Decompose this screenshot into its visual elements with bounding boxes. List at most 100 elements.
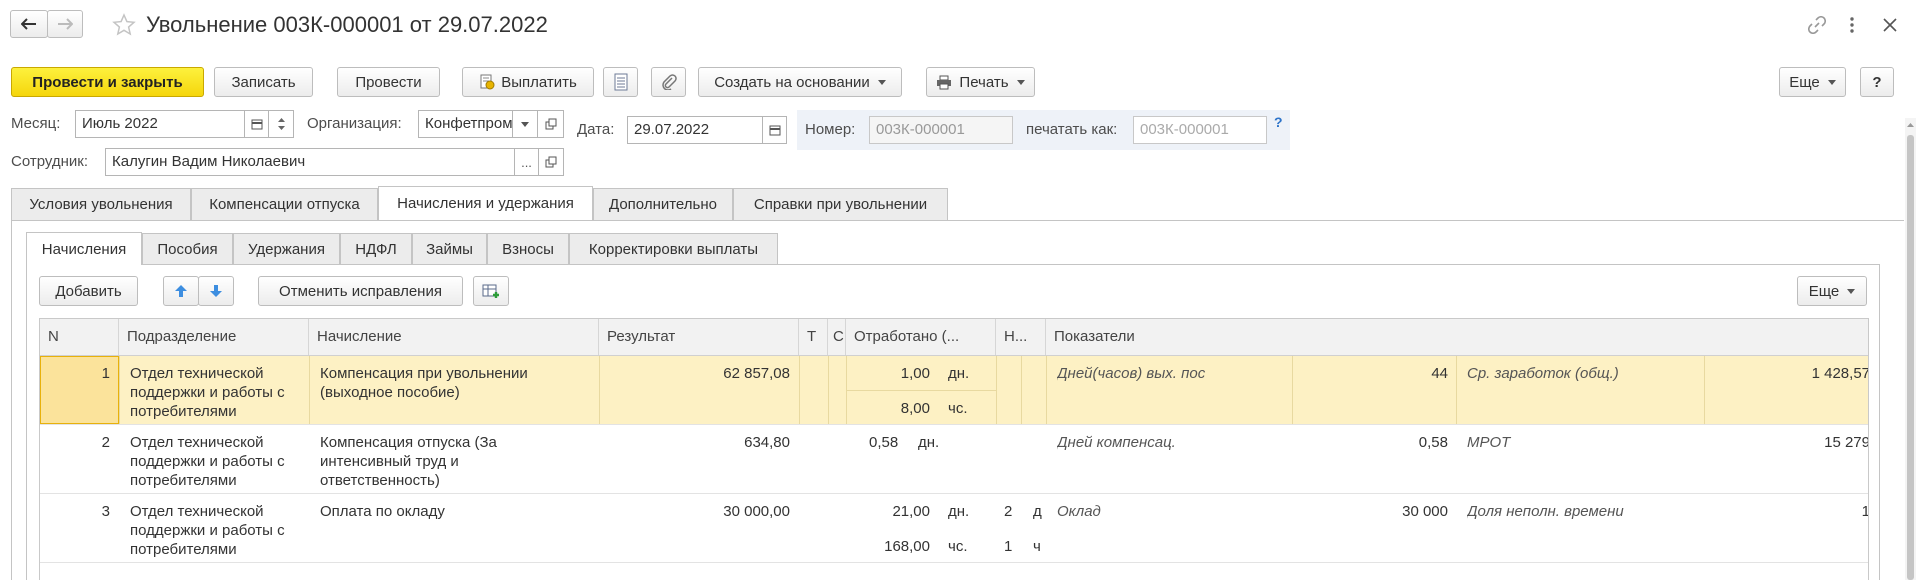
post-button[interactable]: Провести (337, 67, 440, 97)
paperclip-icon (661, 74, 677, 90)
table-row[interactable]: 3 Отдел технической поддержки и работы сп… (40, 494, 1868, 563)
number-field[interactable]: 003К-000001 (869, 116, 1013, 144)
cell-indicator-2-value: 1 (1710, 502, 1868, 521)
help-button[interactable]: ? (1860, 67, 1894, 97)
add-button[interactable]: Добавить (39, 276, 138, 306)
cell-indicator-1-name: Дней(часов) вых. пос (1057, 365, 1206, 382)
cell-indicator-2-value: 15 279 (1824, 434, 1869, 451)
cell-result: 62 857,08 (723, 365, 790, 382)
tab-vacation-compensation[interactable]: Компенсации отпуска (191, 188, 378, 220)
month-field[interactable]: Июль 2022 (75, 110, 245, 138)
header-h[interactable]: Н... (996, 319, 1046, 355)
cell-norm-hours-unit: ч (1033, 538, 1041, 555)
subtab-contributions[interactable]: Взносы (487, 233, 569, 264)
print-as-field[interactable]: 003К-000001 (1133, 116, 1267, 144)
subtab-loans[interactable]: Займы (412, 233, 487, 264)
link-icon[interactable] (1808, 16, 1826, 34)
save-button[interactable]: Записать (214, 67, 313, 97)
arrow-up-icon (175, 285, 187, 297)
document-journal-button[interactable] (603, 67, 638, 97)
more-button[interactable]: Еще (1779, 67, 1846, 97)
cell-n: 2 (101, 434, 110, 451)
header-t[interactable]: Т (799, 319, 828, 355)
date-calendar-button[interactable] (763, 116, 787, 144)
tab-dismissal-certificates[interactable]: Справки при увольнении (733, 188, 948, 220)
cell-indicator-1-value: 0,58 (1418, 434, 1448, 451)
table-row[interactable]: 1 Отдел технической поддержки и работы сп… (40, 356, 1868, 425)
subtab-ndfl[interactable]: НДФЛ (340, 233, 412, 264)
back-button[interactable] (10, 10, 48, 38)
subtabs-panel-border (26, 264, 1879, 265)
chevron-down-icon (1847, 288, 1856, 294)
more-vertical-icon[interactable] (1849, 16, 1855, 34)
cancel-corrections-button[interactable]: Отменить исправления (258, 276, 463, 306)
subtab-benefits[interactable]: Пособия (142, 233, 233, 264)
printer-icon (937, 75, 952, 89)
header-department[interactable]: Подразделение (119, 319, 309, 355)
window-scrollbar-thumb[interactable] (1907, 135, 1914, 580)
header-n[interactable]: N (40, 319, 119, 355)
date-field[interactable]: 29.07.2022 (627, 116, 763, 144)
cell-worked-hours-unit: чс. (948, 400, 968, 417)
pay-button[interactable]: Выплатить (462, 67, 594, 97)
cell-norm-days-unit: д (1033, 503, 1042, 520)
table-add-icon (482, 284, 499, 298)
help-mark[interactable]: ? (1274, 114, 1283, 130)
post-and-close-button[interactable]: Провести и закрыть (11, 67, 204, 97)
star-icon[interactable] (112, 13, 136, 37)
pay-label: Выплатить (501, 73, 577, 91)
cell-n: 3 (101, 503, 110, 520)
subtab-payment-corrections[interactable]: Корректировки выплаты (569, 233, 778, 264)
forward-button[interactable] (47, 10, 83, 38)
chevron-down-icon (1827, 79, 1836, 85)
create-based-on-button[interactable]: Создать на основании (698, 67, 902, 97)
window-scrollbar-up[interactable] (1905, 118, 1916, 130)
cell-accrual: Компенсация при увольнении (выходное посо… (320, 365, 528, 401)
arrow-right-icon (58, 18, 73, 30)
header-accrual[interactable]: Начисление (309, 319, 599, 355)
move-up-button[interactable] (163, 276, 199, 306)
cell-department: Отдел технической поддержки и работы с пот… (130, 434, 285, 489)
attachments-button[interactable] (651, 67, 686, 97)
cell-worked-days: 1,00 (900, 365, 930, 382)
journal-icon (614, 73, 627, 91)
cell-norm-hours: 1 (1004, 538, 1013, 555)
open-icon (545, 118, 556, 130)
print-button[interactable]: Печать (926, 67, 1035, 97)
cell-indicator-2-name: Доля неполн. времени (1467, 503, 1624, 520)
tab-additional[interactable]: Дополнительно (593, 188, 733, 220)
print-label: Печать (959, 73, 1009, 91)
organization-dropdown-button[interactable] (513, 110, 538, 138)
grid-more-button[interactable]: Еще (1797, 276, 1867, 306)
print-as-label: печатать как: (1026, 121, 1118, 138)
employee-open-button[interactable] (539, 148, 564, 176)
subtab-accruals[interactable]: Начисления (26, 232, 142, 265)
tab-dismissal-conditions[interactable]: Условия увольнения (11, 188, 191, 220)
move-down-button[interactable] (198, 276, 234, 306)
month-stepper[interactable] (269, 110, 294, 138)
cell-worked-days: 21,00 (892, 503, 930, 520)
organization-field[interactable]: Конфетпром (418, 110, 513, 138)
table-settings-button[interactable] (473, 276, 509, 306)
table-row[interactable]: 2 Отдел технической поддержки и работы сп… (40, 425, 1869, 494)
tab-accruals-deductions[interactable]: Начисления и удержания (378, 186, 593, 220)
chevron-up-icon (277, 118, 285, 122)
month-calendar-button[interactable] (245, 110, 269, 138)
employee-select-button[interactable]: ... (515, 148, 539, 176)
employee-field[interactable]: Калугин Вадим Николаевич (105, 148, 515, 176)
subtabs-panel-left-border (26, 264, 27, 580)
header-indicators[interactable]: Показатели (1046, 319, 1868, 355)
arrow-left-icon (21, 18, 36, 30)
header-worked[interactable]: Отработано (... (846, 319, 996, 355)
close-icon[interactable] (1883, 18, 1897, 32)
cell-worked-days-unit: дн. (918, 434, 940, 451)
cell-indicator-2-name: МРОТ (1467, 434, 1511, 451)
accruals-table: N Подразделение Начисление Результат Т С… (39, 318, 1869, 580)
subtab-deductions[interactable]: Удержания (233, 233, 340, 264)
cell-department: Отдел технической поддержки и работы с пот… (130, 503, 285, 558)
header-c[interactable]: С (828, 319, 846, 355)
subtabs-panel-right-border (1879, 264, 1880, 580)
cell-worked-hours-unit: чс. (948, 538, 968, 555)
header-result[interactable]: Результат (599, 319, 799, 355)
organization-open-button[interactable] (538, 110, 564, 138)
